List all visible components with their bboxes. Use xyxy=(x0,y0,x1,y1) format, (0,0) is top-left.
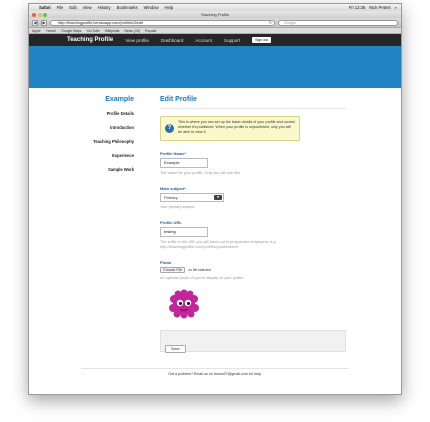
sidebar-title[interactable]: Example xyxy=(87,96,134,103)
page-content: Example Profile Details Introduction Tea… xyxy=(29,88,401,378)
browser-toolbar: ◀ ▶ http://teachingprofile.herokuapp.com… xyxy=(29,18,401,28)
bookmark-item[interactable]: Google Maps xyxy=(61,29,81,33)
minimize-window-icon[interactable] xyxy=(37,12,42,17)
info-text: This is where you can set up the basic d… xyxy=(178,120,295,134)
browser-window: Safari File Edit View History Bookmarks … xyxy=(28,3,402,395)
info-callout: ? This is where you can set up the basic… xyxy=(160,116,300,141)
main-subject-value: Primary xyxy=(164,195,178,200)
profile-photo xyxy=(166,289,346,324)
menu-bookmarks[interactable]: Bookmarks xyxy=(117,5,138,10)
sidebar-item-experience[interactable]: Experience xyxy=(87,153,134,158)
menu-history[interactable]: History xyxy=(98,5,111,10)
divider xyxy=(160,108,346,109)
forward-button[interactable]: ▶ xyxy=(41,19,47,26)
spotlight-icon[interactable]: ⌕ xyxy=(395,5,397,10)
main-subject-help: Your primary subject xyxy=(160,205,195,209)
menu-help[interactable]: Help xyxy=(165,5,174,10)
chevron-down-icon: ▼ xyxy=(214,195,222,200)
profile-url-label: Profile URL xyxy=(160,220,182,225)
address-bar[interactable]: http://teachingprofile.herokuapp.com/pro… xyxy=(50,19,275,26)
file-status: no file selected xyxy=(188,268,211,272)
edit-profile-form: Edit Profile ? This is where you can set… xyxy=(160,96,346,353)
header-banner xyxy=(29,46,401,88)
nav-view-profile[interactable]: View profile xyxy=(125,38,149,43)
choose-file-button[interactable]: Choose File xyxy=(160,267,186,273)
user-name[interactable]: Nick Peters xyxy=(369,5,390,10)
profile-sidebar: Example Profile Details Introduction Tea… xyxy=(87,96,134,181)
search-placeholder: Google xyxy=(284,20,297,25)
profile-url-help: The suffix to the URL you will hand out … xyxy=(160,240,277,249)
address-url: http://teachingprofile.herokuapp.com/pro… xyxy=(58,20,144,25)
profile-name-input[interactable]: Example xyxy=(160,158,208,168)
photo-label: Photo xyxy=(160,260,172,265)
bookmark-item[interactable]: YouTube xyxy=(86,29,99,33)
bookmark-item[interactable]: Wikipedia xyxy=(105,29,120,33)
main-subject-label: Main subject* xyxy=(160,186,186,191)
site-nav: Teaching Profile View profile Dashboard … xyxy=(29,34,401,46)
bookmark-item[interactable]: News (15) xyxy=(124,29,139,33)
menu-app[interactable]: Safari xyxy=(39,5,51,10)
sidebar-item-teaching-philosophy[interactable]: Teaching Philosophy xyxy=(87,139,134,144)
profile-name-label: Profile Name* xyxy=(160,151,187,156)
sidebar-item-introduction[interactable]: Introduction xyxy=(87,125,134,130)
search-input[interactable]: Google xyxy=(278,19,398,26)
main-subject-select[interactable]: Primary ▼ xyxy=(160,193,224,202)
nav-support[interactable]: Support xyxy=(224,38,240,43)
sidebar-item-sample-work[interactable]: Sample Work xyxy=(87,167,134,172)
mac-menu-bar: Safari File Edit View History Bookmarks … xyxy=(29,4,401,11)
photo-help: An optional photo of you to display on y… xyxy=(160,276,245,280)
close-window-icon[interactable] xyxy=(32,12,36,17)
page-footer: Got a problem? Email us on fmoon07@gmail… xyxy=(81,368,349,376)
save-button[interactable]: Save xyxy=(165,345,186,353)
profile-name-help: The name for your profile. Only you will… xyxy=(160,171,242,175)
sidebar-item-profile-details[interactable]: Profile Details xyxy=(87,111,134,116)
zoom-window-icon[interactable] xyxy=(43,12,47,17)
window-title: Teaching Profile xyxy=(200,12,230,17)
back-button[interactable]: ◀ xyxy=(32,19,38,26)
menu-window[interactable]: Window xyxy=(144,5,159,10)
clock: Fri 12:36 xyxy=(348,5,366,10)
photo-file-row: Choose File no file selected xyxy=(160,267,346,273)
nav-dashboard[interactable]: Dashboard xyxy=(161,38,183,43)
title-bar: Teaching Profile xyxy=(29,11,401,18)
nav-account[interactable]: Account xyxy=(195,38,212,43)
sign-out-button[interactable]: Sign out xyxy=(252,37,272,43)
menu-file[interactable]: File xyxy=(57,5,64,10)
menu-view[interactable]: View xyxy=(83,5,92,10)
form-actions: Save xyxy=(160,330,346,353)
bookmark-item[interactable]: Popular xyxy=(145,29,157,33)
bookmark-item[interactable]: Apple xyxy=(32,29,41,33)
reload-icon[interactable]: ↻ xyxy=(269,20,272,25)
site-brand[interactable]: Teaching Profile xyxy=(67,37,113,43)
page-title: Edit Profile xyxy=(160,96,197,103)
question-icon: ? xyxy=(165,124,174,133)
menu-edit[interactable]: Edit xyxy=(69,5,76,10)
window-controls xyxy=(32,12,47,17)
profile-url-input[interactable]: testing xyxy=(160,227,208,237)
bookmark-item[interactable]: Yahoo! xyxy=(46,29,57,33)
